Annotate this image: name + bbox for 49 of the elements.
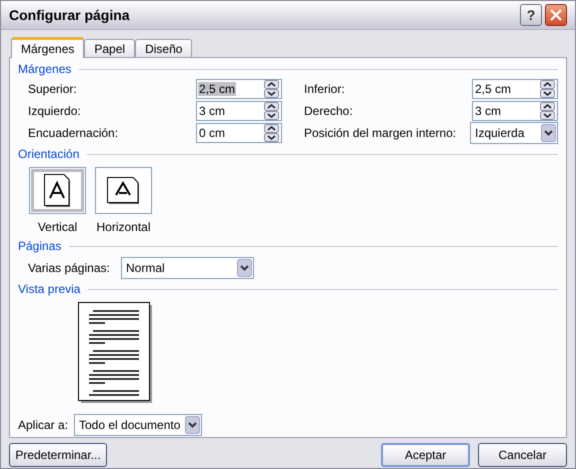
field-label: Varias páginas: bbox=[28, 260, 111, 277]
tab[interactable]: Papel bbox=[84, 39, 136, 57]
spin-field[interactable]: 0 cm bbox=[196, 123, 282, 143]
field-label: Izquierdo: bbox=[28, 103, 82, 120]
field-label: Encuadernación: bbox=[28, 125, 120, 142]
spin-field[interactable]: 3 cm bbox=[196, 101, 282, 121]
field-value-text: 0 cm bbox=[198, 126, 226, 140]
dropdown-value: Todo el documento bbox=[79, 417, 182, 434]
orientation-label: Horizontal bbox=[96, 219, 151, 236]
field-value-text: 3 cm bbox=[474, 104, 502, 118]
tab[interactable]: Márgenes bbox=[11, 37, 84, 58]
dropdown-field[interactable]: Normal bbox=[121, 257, 254, 279]
field-label: Posición del margen interno: bbox=[304, 125, 458, 142]
spin-arrows-icon[interactable] bbox=[540, 80, 555, 98]
section-heading: Márgenes bbox=[18, 61, 72, 78]
section-heading: Páginas bbox=[18, 238, 62, 255]
dialog-button[interactable]: Cancelar bbox=[478, 443, 567, 467]
window-title: Configurar página bbox=[9, 6, 131, 25]
field-value-text: 2,5 cm bbox=[198, 82, 236, 96]
field-label: Inferior: bbox=[304, 81, 346, 98]
spin-arrows-icon[interactable] bbox=[264, 124, 279, 142]
dropdown-value: Normal bbox=[126, 260, 166, 277]
tab[interactable]: Diseño bbox=[135, 39, 192, 57]
field-label: Aplicar a: bbox=[18, 417, 70, 434]
orientation-option[interactable] bbox=[29, 167, 86, 214]
close-button[interactable] bbox=[545, 4, 567, 26]
close-icon bbox=[550, 9, 562, 21]
field-value-text: 3 cm bbox=[198, 104, 226, 118]
spin-field[interactable]: 3 cm bbox=[472, 101, 558, 121]
field-label: Derecho: bbox=[304, 103, 354, 120]
field-value-text: 2,5 cm bbox=[474, 82, 512, 96]
dropdown-field[interactable]: Izquierda bbox=[470, 122, 558, 144]
section-heading: Orientación bbox=[18, 146, 80, 163]
spin-field[interactable]: 2,5 cm bbox=[196, 79, 282, 99]
orientation-option[interactable] bbox=[95, 167, 152, 214]
spin-arrows-icon[interactable] bbox=[264, 102, 279, 120]
dialog-button[interactable]: Aceptar bbox=[381, 443, 470, 467]
dialog-button[interactable]: Predeterminar... bbox=[9, 443, 107, 467]
orientation-label: Vertical bbox=[38, 219, 78, 236]
page-letter-icon bbox=[106, 176, 140, 204]
section-heading: Vista previa bbox=[18, 281, 80, 298]
dropdown-field[interactable]: Todo el documento bbox=[74, 414, 202, 436]
dropdown-value: Izquierda bbox=[475, 125, 526, 142]
spin-arrows-icon[interactable] bbox=[540, 102, 555, 120]
spin-field[interactable]: 2,5 cm bbox=[472, 79, 558, 99]
field-label: Superior: bbox=[28, 81, 78, 98]
help-button[interactable]: ? bbox=[520, 4, 542, 26]
page-letter-icon bbox=[44, 174, 72, 208]
spin-arrows-icon[interactable] bbox=[264, 80, 279, 98]
